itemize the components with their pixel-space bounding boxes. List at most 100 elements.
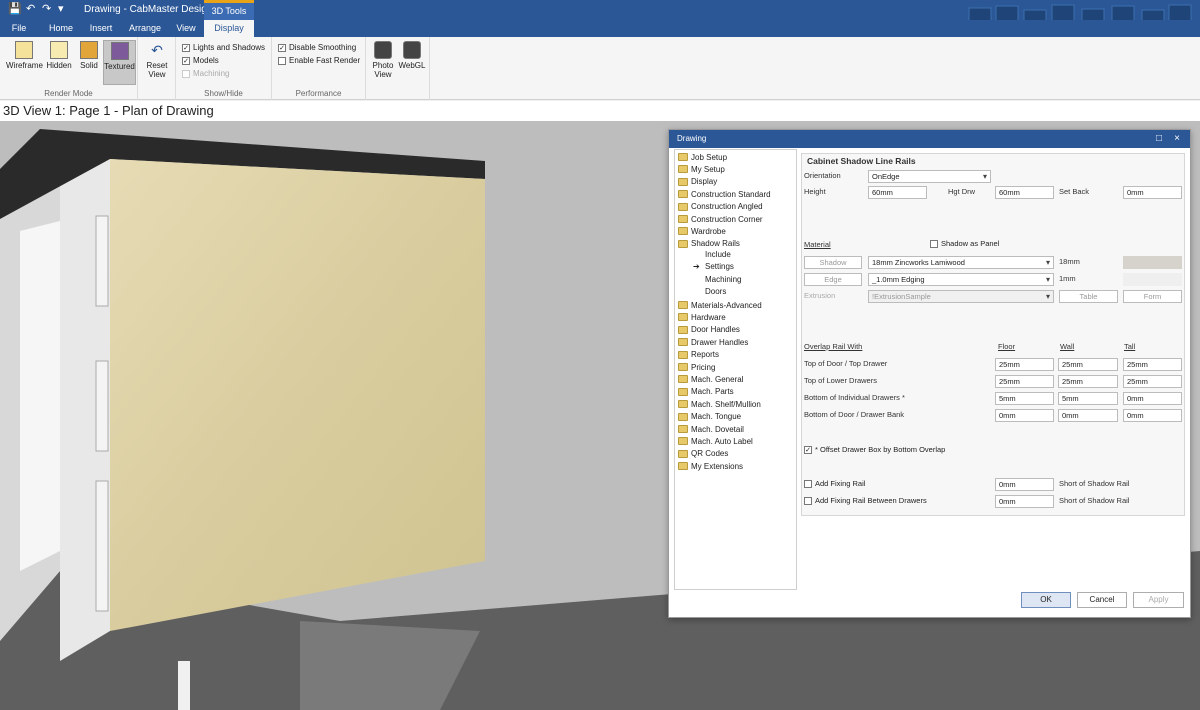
offset-drawer-box-checkbox[interactable]: * Offset Drawer Box by Bottom Overlap xyxy=(804,445,945,454)
tree-item[interactable]: QR Codes xyxy=(678,448,728,460)
lights-and-shadows-checkbox[interactable]: Lights and Shadows xyxy=(182,43,265,52)
edge-button[interactable]: Edge xyxy=(804,273,862,286)
hgt-drw-label: Hgt Drw xyxy=(948,187,976,196)
tree-subitem-machining[interactable]: Machining xyxy=(705,275,741,284)
tree-item[interactable]: Pricing xyxy=(678,361,715,373)
folder-icon xyxy=(678,462,688,471)
tree-item[interactable]: Reports xyxy=(678,349,719,361)
overlap-floor-input[interactable]: 25mm xyxy=(995,375,1054,388)
ribbon: Wireframe Hidden Solid Textured Render M… xyxy=(0,37,1200,100)
extrusion-label: Extrusion xyxy=(804,291,836,300)
solid-button[interactable]: Solid xyxy=(76,40,102,70)
set-back-input[interactable]: 0mm xyxy=(1123,186,1182,199)
tree-subitem-settings[interactable]: Settings xyxy=(705,262,734,271)
hgt-drw-input[interactable]: 60mm xyxy=(995,186,1054,199)
checkbox-icon xyxy=(278,56,286,65)
enable-fast-render-checkbox[interactable]: Enable Fast Render xyxy=(278,56,360,65)
tree-item-shadow-rails[interactable]: Shadow Rails xyxy=(678,238,740,250)
tree-item[interactable]: My Extensions xyxy=(678,460,743,472)
tab-display[interactable]: Display xyxy=(204,20,254,37)
overlap-tall-input[interactable]: 0mm xyxy=(1123,409,1182,422)
close-icon[interactable]: × xyxy=(1170,130,1184,148)
tree-item[interactable]: Mach. General xyxy=(678,373,743,385)
overlap-wall-input[interactable]: 0mm xyxy=(1058,409,1118,422)
tree-item[interactable]: Job Setup xyxy=(678,151,727,163)
tree-subitem-doors[interactable]: Doors xyxy=(705,287,726,296)
shadow-as-panel-checkbox[interactable]: Shadow as Panel xyxy=(930,239,999,248)
tree-item[interactable]: Drawer Handles xyxy=(678,336,748,348)
disable-smoothing-checkbox[interactable]: Disable Smoothing xyxy=(278,43,356,52)
models-checkbox[interactable]: Models xyxy=(182,56,219,65)
edge-thickness: 1mm xyxy=(1059,274,1076,283)
tree-item[interactable]: Construction Corner xyxy=(678,213,763,225)
tree-item[interactable]: Mach. Auto Label xyxy=(678,435,753,447)
tree-item[interactable]: Construction Angled xyxy=(678,201,763,213)
reset-view-button[interactable]: ↶ Reset View xyxy=(142,40,172,79)
overlap-floor-input[interactable]: 25mm xyxy=(995,358,1054,371)
tree-item[interactable]: Construction Standard xyxy=(678,188,771,200)
tab-view[interactable]: View xyxy=(172,20,200,37)
ribbon-tabs: File Home Insert Arrange View Display xyxy=(0,20,1200,37)
overlap-wall-input[interactable]: 25mm xyxy=(1058,375,1118,388)
overlap-wall-input[interactable]: 5mm xyxy=(1058,392,1118,405)
photo-view-button[interactable]: Photo View xyxy=(369,40,397,79)
tall-column-header: Tall xyxy=(1124,342,1136,351)
tree-item[interactable]: Mach. Parts xyxy=(678,386,734,398)
shadow-material-select[interactable]: 18mm Zincworks Lamiwood xyxy=(868,256,1054,269)
tab-file[interactable]: File xyxy=(4,20,34,37)
wireframe-button[interactable]: Wireframe xyxy=(6,40,43,70)
folder-icon xyxy=(678,412,688,421)
tree-item[interactable]: Mach. Tongue xyxy=(678,411,741,423)
tree-item[interactable]: Hardware xyxy=(678,311,726,323)
tree-item[interactable]: Mach. Shelf/Mullion xyxy=(678,398,761,410)
checkbox-icon xyxy=(804,496,812,505)
overlap-tall-input[interactable]: 25mm xyxy=(1123,375,1182,388)
tree-item[interactable]: Door Handles xyxy=(678,324,740,336)
undo-icon[interactable]: ↶ xyxy=(26,2,35,15)
add-fixing-rail-checkbox[interactable]: Add Fixing Rail xyxy=(804,479,865,488)
tree-subitem-include[interactable]: Include xyxy=(705,250,731,259)
overlap-floor-input[interactable]: 5mm xyxy=(995,392,1054,405)
orientation-select[interactable]: OnEdge xyxy=(868,170,991,183)
add-fixing-rail-between-drawers-checkbox[interactable]: Add Fixing Rail Between Drawers xyxy=(804,496,927,505)
textured-icon xyxy=(110,42,129,60)
tree-item[interactable]: Display xyxy=(678,176,717,188)
overlap-tall-input[interactable]: 0mm xyxy=(1123,392,1182,405)
show-hide-group: Lights and Shadows Models Machining Show… xyxy=(176,37,272,100)
overlap-floor-input[interactable]: 0mm xyxy=(995,409,1054,422)
fixing-rail-between-input[interactable]: 0mm xyxy=(995,495,1054,508)
tree-item[interactable]: Wardrobe xyxy=(678,225,726,237)
folder-icon xyxy=(678,165,688,174)
save-icon[interactable]: 💾 xyxy=(8,2,22,15)
maximize-icon[interactable]: □ xyxy=(1152,130,1166,148)
set-back-label: Set Back xyxy=(1059,187,1090,196)
form-button[interactable]: Form xyxy=(1123,290,1182,303)
fixing-rail-input[interactable]: 0mm xyxy=(995,478,1054,491)
tree-item[interactable]: My Setup xyxy=(678,163,725,175)
checkbox-icon xyxy=(182,69,190,78)
checkbox-checked-icon xyxy=(182,56,190,65)
ok-button[interactable]: OK xyxy=(1021,592,1071,608)
apply-button[interactable]: Apply xyxy=(1133,592,1184,608)
overlap-row-label: Bottom of Individual Drawers * xyxy=(804,393,905,402)
tree-item[interactable]: Mach. Dovetail xyxy=(678,423,744,435)
overlap-tall-input[interactable]: 25mm xyxy=(1123,358,1182,371)
webgl-button[interactable]: WebGL xyxy=(397,40,427,70)
tab-arrange[interactable]: Arrange xyxy=(124,20,166,37)
tree-item[interactable]: Materials-Advanced xyxy=(678,299,762,311)
overlap-wall-input[interactable]: 25mm xyxy=(1058,358,1118,371)
hidden-button[interactable]: Hidden xyxy=(44,40,74,70)
overlap-row-label: Bottom of Door / Drawer Bank xyxy=(804,410,905,419)
edge-material-select[interactable]: _1.0mm Edging xyxy=(868,273,1054,286)
cancel-button[interactable]: Cancel xyxy=(1077,592,1127,608)
textured-button[interactable]: Textured xyxy=(103,40,136,85)
tab-home[interactable]: Home xyxy=(44,20,78,37)
view-caption: 3D View 1: Page 1 - Plan of Drawing xyxy=(0,101,1200,121)
shadow-button[interactable]: Shadow xyxy=(804,256,862,269)
folder-icon xyxy=(678,449,688,458)
quick-access-menu-icon[interactable]: ▾ xyxy=(58,2,64,15)
tab-insert[interactable]: Insert xyxy=(84,20,118,37)
table-button[interactable]: Table xyxy=(1059,290,1118,303)
height-input[interactable]: 60mm xyxy=(868,186,927,199)
redo-icon[interactable]: ↷ xyxy=(42,2,51,15)
